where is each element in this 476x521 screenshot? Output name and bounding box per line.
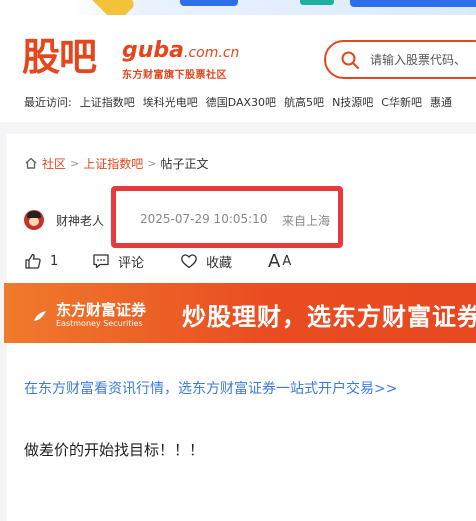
breadcrumb-current: 帖子正文 (160, 156, 209, 171)
recent-item[interactable]: 埃科光电吧 (143, 94, 198, 110)
post-body: 做差价的开始找目标！！！ (24, 441, 205, 459)
logo-tagline: 东方财富旗下股票社区 (122, 70, 227, 81)
promo-graphic-stroke (180, 0, 238, 6)
search-box[interactable] (324, 40, 476, 79)
avatar-face (29, 217, 39, 226)
author-name[interactable]: 财神老人 (56, 212, 104, 229)
recent-item[interactable]: N技源吧 (332, 94, 373, 110)
like-count: 1 (50, 253, 59, 269)
promo-graphic-stroke (350, 0, 476, 7)
avatar-hat (27, 211, 41, 218)
top-promo-banner[interactable] (0, 0, 476, 15)
font-size-large: A (268, 250, 281, 272)
author-row: 财神老人 2025-07-29 10:05:10 来自上海 (24, 208, 464, 232)
ad-slogan: 炒股理财，选东方财富证券 (182, 303, 476, 331)
favorite-button[interactable]: 收藏 (180, 250, 232, 272)
breadcrumb-forum[interactable]: 上证指数吧 (83, 155, 143, 172)
search-input[interactable] (370, 50, 476, 70)
favorite-label: 收藏 (206, 255, 233, 271)
breadcrumb-separator: > (147, 156, 157, 170)
comment-label: 评论 (118, 255, 145, 271)
ad-banner[interactable]: 东方财富证券 Eastmoney Securities 炒股理财，选东方财富证券 (4, 283, 476, 343)
recent-item[interactable]: 上证指数吧 (80, 94, 135, 110)
avatar[interactable] (24, 210, 44, 230)
heart-icon (181, 254, 197, 269)
site-header: 股吧 guba.com.cn 东方财富旗下股票社区 最近访问: 上证指数吧 埃科… (0, 15, 476, 122)
thumbs-up-icon (25, 253, 41, 269)
ad-brand-en: Eastmoney Securities (56, 319, 143, 328)
home-icon[interactable] (24, 156, 38, 170)
search-icon[interactable] (340, 50, 360, 70)
account-promo-link[interactable]: 在东方财富看资讯行情，选东方财富证券一站式开户交易>> (24, 378, 397, 398)
recent-item[interactable]: 德国DAX30吧 (206, 94, 276, 110)
eastmoney-logo-icon (34, 311, 46, 321)
guba-logo-en[interactable]: guba.com.cn (122, 38, 239, 66)
font-size-small: A (282, 253, 292, 269)
breadcrumb: 社区 > 上证指数吧 > 帖子正文 (24, 154, 208, 172)
font-size-toggle[interactable]: AA (268, 250, 291, 272)
promo-badge-graphic (87, 0, 137, 15)
breadcrumb-separator: > (70, 156, 80, 170)
logo-domain: .com.cn (184, 45, 240, 61)
recent-item[interactable]: C华新吧 (381, 94, 422, 110)
recent-label: 最近访问: (24, 96, 72, 109)
post-time: 2025-07-29 10:05:10 (140, 212, 268, 226)
like-button[interactable]: 1 (24, 250, 58, 272)
post-location: 来自上海 (282, 214, 331, 228)
recent-item[interactable]: 航高5吧 (284, 94, 324, 110)
breadcrumb-community[interactable]: 社区 (42, 155, 66, 172)
recent-item[interactable]: 惠通 (430, 94, 452, 110)
comment-button[interactable]: 评论 (92, 250, 144, 272)
post-actions: 1 评论 收藏 AA (24, 250, 464, 272)
logo-en-word: guba (122, 38, 185, 63)
ad-brand-cn: 东方财富证券 (56, 301, 147, 319)
comment-icon (93, 254, 109, 269)
guba-logo-cn[interactable]: 股吧 (22, 35, 97, 79)
recent-visits: 最近访问: 上证指数吧 埃科光电吧 德国DAX30吧 航高5吧 N技源吧 C华新… (24, 94, 452, 110)
promo-graphic-stroke (300, 0, 334, 5)
